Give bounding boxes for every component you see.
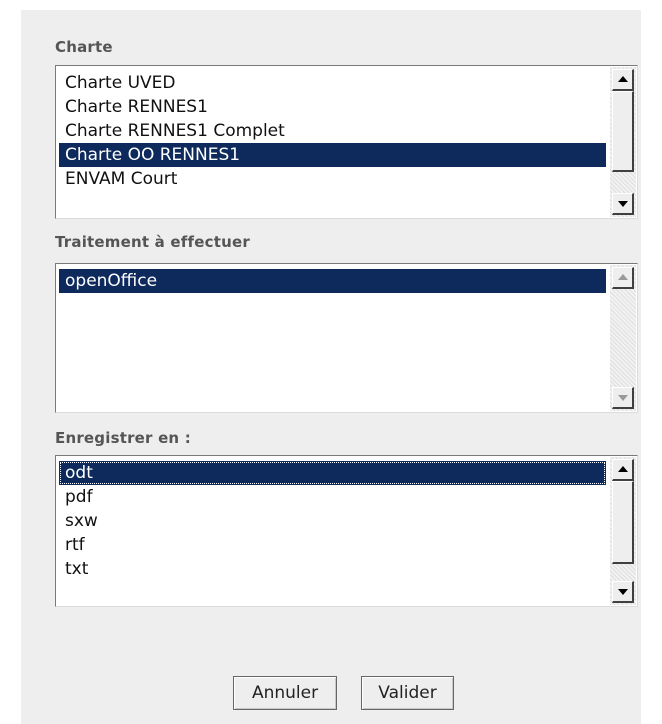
charte-scrollbar[interactable] <box>610 67 636 217</box>
charte-item[interactable]: Charte RENNES1 <box>59 95 606 119</box>
arrow-down-icon <box>618 589 628 595</box>
charte-label: Charte <box>55 38 113 56</box>
charte-item[interactable]: Charte UVED <box>59 71 606 95</box>
enregistrer-item[interactable]: rtf <box>59 533 606 557</box>
arrow-up-icon <box>618 466 628 472</box>
arrow-down-icon <box>618 201 628 207</box>
scroll-down-button[interactable] <box>612 581 634 603</box>
traitement-list-items: openOffice <box>59 269 606 293</box>
arrow-down-icon <box>618 395 628 401</box>
enregistrer-listbox[interactable]: odt pdf sxw rtf txt <box>55 455 638 607</box>
traitement-label: Traitement à effectuer <box>55 233 250 251</box>
charte-item-selected[interactable]: Charte OO RENNES1 <box>59 143 606 167</box>
scroll-down-button[interactable] <box>612 193 634 215</box>
enregistrer-item[interactable]: pdf <box>59 485 606 509</box>
charte-item[interactable]: Charte RENNES1 Complet <box>59 119 606 143</box>
arrow-up-icon <box>618 274 628 280</box>
scroll-thumb[interactable] <box>612 481 634 564</box>
enregistrer-list-items: odt pdf sxw rtf txt <box>59 461 606 581</box>
enregistrer-item[interactable]: sxw <box>59 509 606 533</box>
enregistrer-item[interactable]: txt <box>59 557 606 581</box>
scroll-up-button[interactable] <box>612 459 634 481</box>
submit-button[interactable]: Valider <box>361 676 454 710</box>
arrow-up-icon <box>618 76 628 82</box>
charte-list-items: Charte UVED Charte RENNES1 Charte RENNES… <box>59 71 606 191</box>
scroll-thumb[interactable] <box>612 91 634 172</box>
charte-item[interactable]: ENVAM Court <box>59 167 606 191</box>
traitement-item-selected[interactable]: openOffice <box>59 269 606 293</box>
enregistrer-scrollbar[interactable] <box>610 457 636 605</box>
scroll-up-button[interactable] <box>612 69 634 91</box>
cancel-button[interactable]: Annuler <box>233 676 337 710</box>
scroll-up-button[interactable] <box>612 267 634 289</box>
scroll-down-button[interactable] <box>612 387 634 409</box>
charte-listbox[interactable]: Charte UVED Charte RENNES1 Charte RENNES… <box>55 65 638 219</box>
traitement-listbox[interactable]: openOffice <box>55 263 638 413</box>
enregistrer-item-selected[interactable]: odt <box>59 461 606 485</box>
traitement-scrollbar[interactable] <box>610 265 636 411</box>
enregistrer-label: Enregistrer en : <box>55 429 191 447</box>
